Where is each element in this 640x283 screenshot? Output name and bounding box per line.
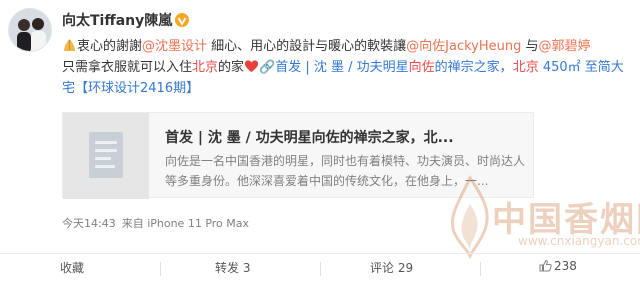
- article-thumbnail: [63, 113, 149, 199]
- post-time[interactable]: 今天14:43: [62, 217, 116, 230]
- post-text-seg3: 与: [521, 39, 539, 54]
- action-bar: 收藏 转发 3 评论 29 238: [0, 254, 640, 283]
- city-beijing-link[interactable]: 北京: [192, 60, 218, 75]
- praying-hands-icon: [64, 39, 75, 51]
- verified-badge-icon: [175, 13, 190, 27]
- comment-button[interactable]: 评论 29: [370, 259, 413, 276]
- article-link-name[interactable]: 向佐: [409, 60, 435, 75]
- collect-label: 收藏: [60, 261, 85, 275]
- avatar[interactable]: [8, 8, 52, 52]
- document-icon: [89, 132, 123, 178]
- post-text-seg2: 細心、用心的設計与暖心的軟裝讓: [207, 39, 407, 54]
- watermark-site: www.cnxiangyan.com: [518, 234, 640, 248]
- user-name-text[interactable]: 向太Tiffany陳嵐: [62, 13, 172, 29]
- comment-label: 评论 29: [370, 261, 414, 275]
- flame-logo-icon: [451, 174, 489, 260]
- weibo-post: 向太Tiffany陳嵐 衷心的謝謝@沈墨设计 細心、用心的設計与暖心的軟裝讓@向…: [0, 0, 640, 283]
- action-separator: [480, 262, 481, 276]
- post-meta: 今天14:43 来自 iPhone 11 Pro Max: [62, 215, 255, 231]
- action-separator: [320, 262, 321, 276]
- collect-button[interactable]: 收藏: [60, 259, 84, 276]
- post-source: 来自 iPhone 11 Pro Max: [121, 217, 250, 230]
- action-separator: [160, 262, 161, 276]
- repost-label: 转发 3: [215, 261, 251, 275]
- mention-shenmo-link[interactable]: @沈墨设计: [142, 39, 207, 54]
- post-text-seg5: 的家: [218, 60, 245, 75]
- post-text: 衷心的謝謝@沈墨设计 細心、用心的設計与暖心的軟裝讓@向佐JackyHeung …: [62, 36, 632, 99]
- mention-guobiting-link[interactable]: @郭碧婷: [539, 39, 591, 54]
- post-text-seg1: 衷心的謝謝: [77, 39, 143, 54]
- user-name[interactable]: 向太Tiffany陳嵐: [62, 10, 190, 30]
- heart-icon: [244, 60, 259, 72]
- mention-jackyheung-link[interactable]: @向佐JackyHeung: [406, 39, 521, 54]
- article-link-part1[interactable]: 🔗首发 | 沈 墨 / 功夫明星: [259, 60, 409, 75]
- post-text-seg4: 只需拿衣服就可以入住: [62, 60, 193, 75]
- thumbs-up-icon: [539, 259, 552, 272]
- article-link-city[interactable]: 北京: [513, 60, 539, 75]
- article-link-part2[interactable]: 的禅宗之家，: [435, 60, 513, 75]
- like-count: 238: [554, 259, 577, 273]
- like-button[interactable]: 238: [539, 259, 577, 273]
- article-card-title[interactable]: 首发 | 沈 墨 / 功夫明星向佐的禅宗之家，北...: [165, 127, 525, 147]
- avatar-photo: [9, 9, 51, 51]
- repost-button[interactable]: 转发 3: [215, 259, 250, 276]
